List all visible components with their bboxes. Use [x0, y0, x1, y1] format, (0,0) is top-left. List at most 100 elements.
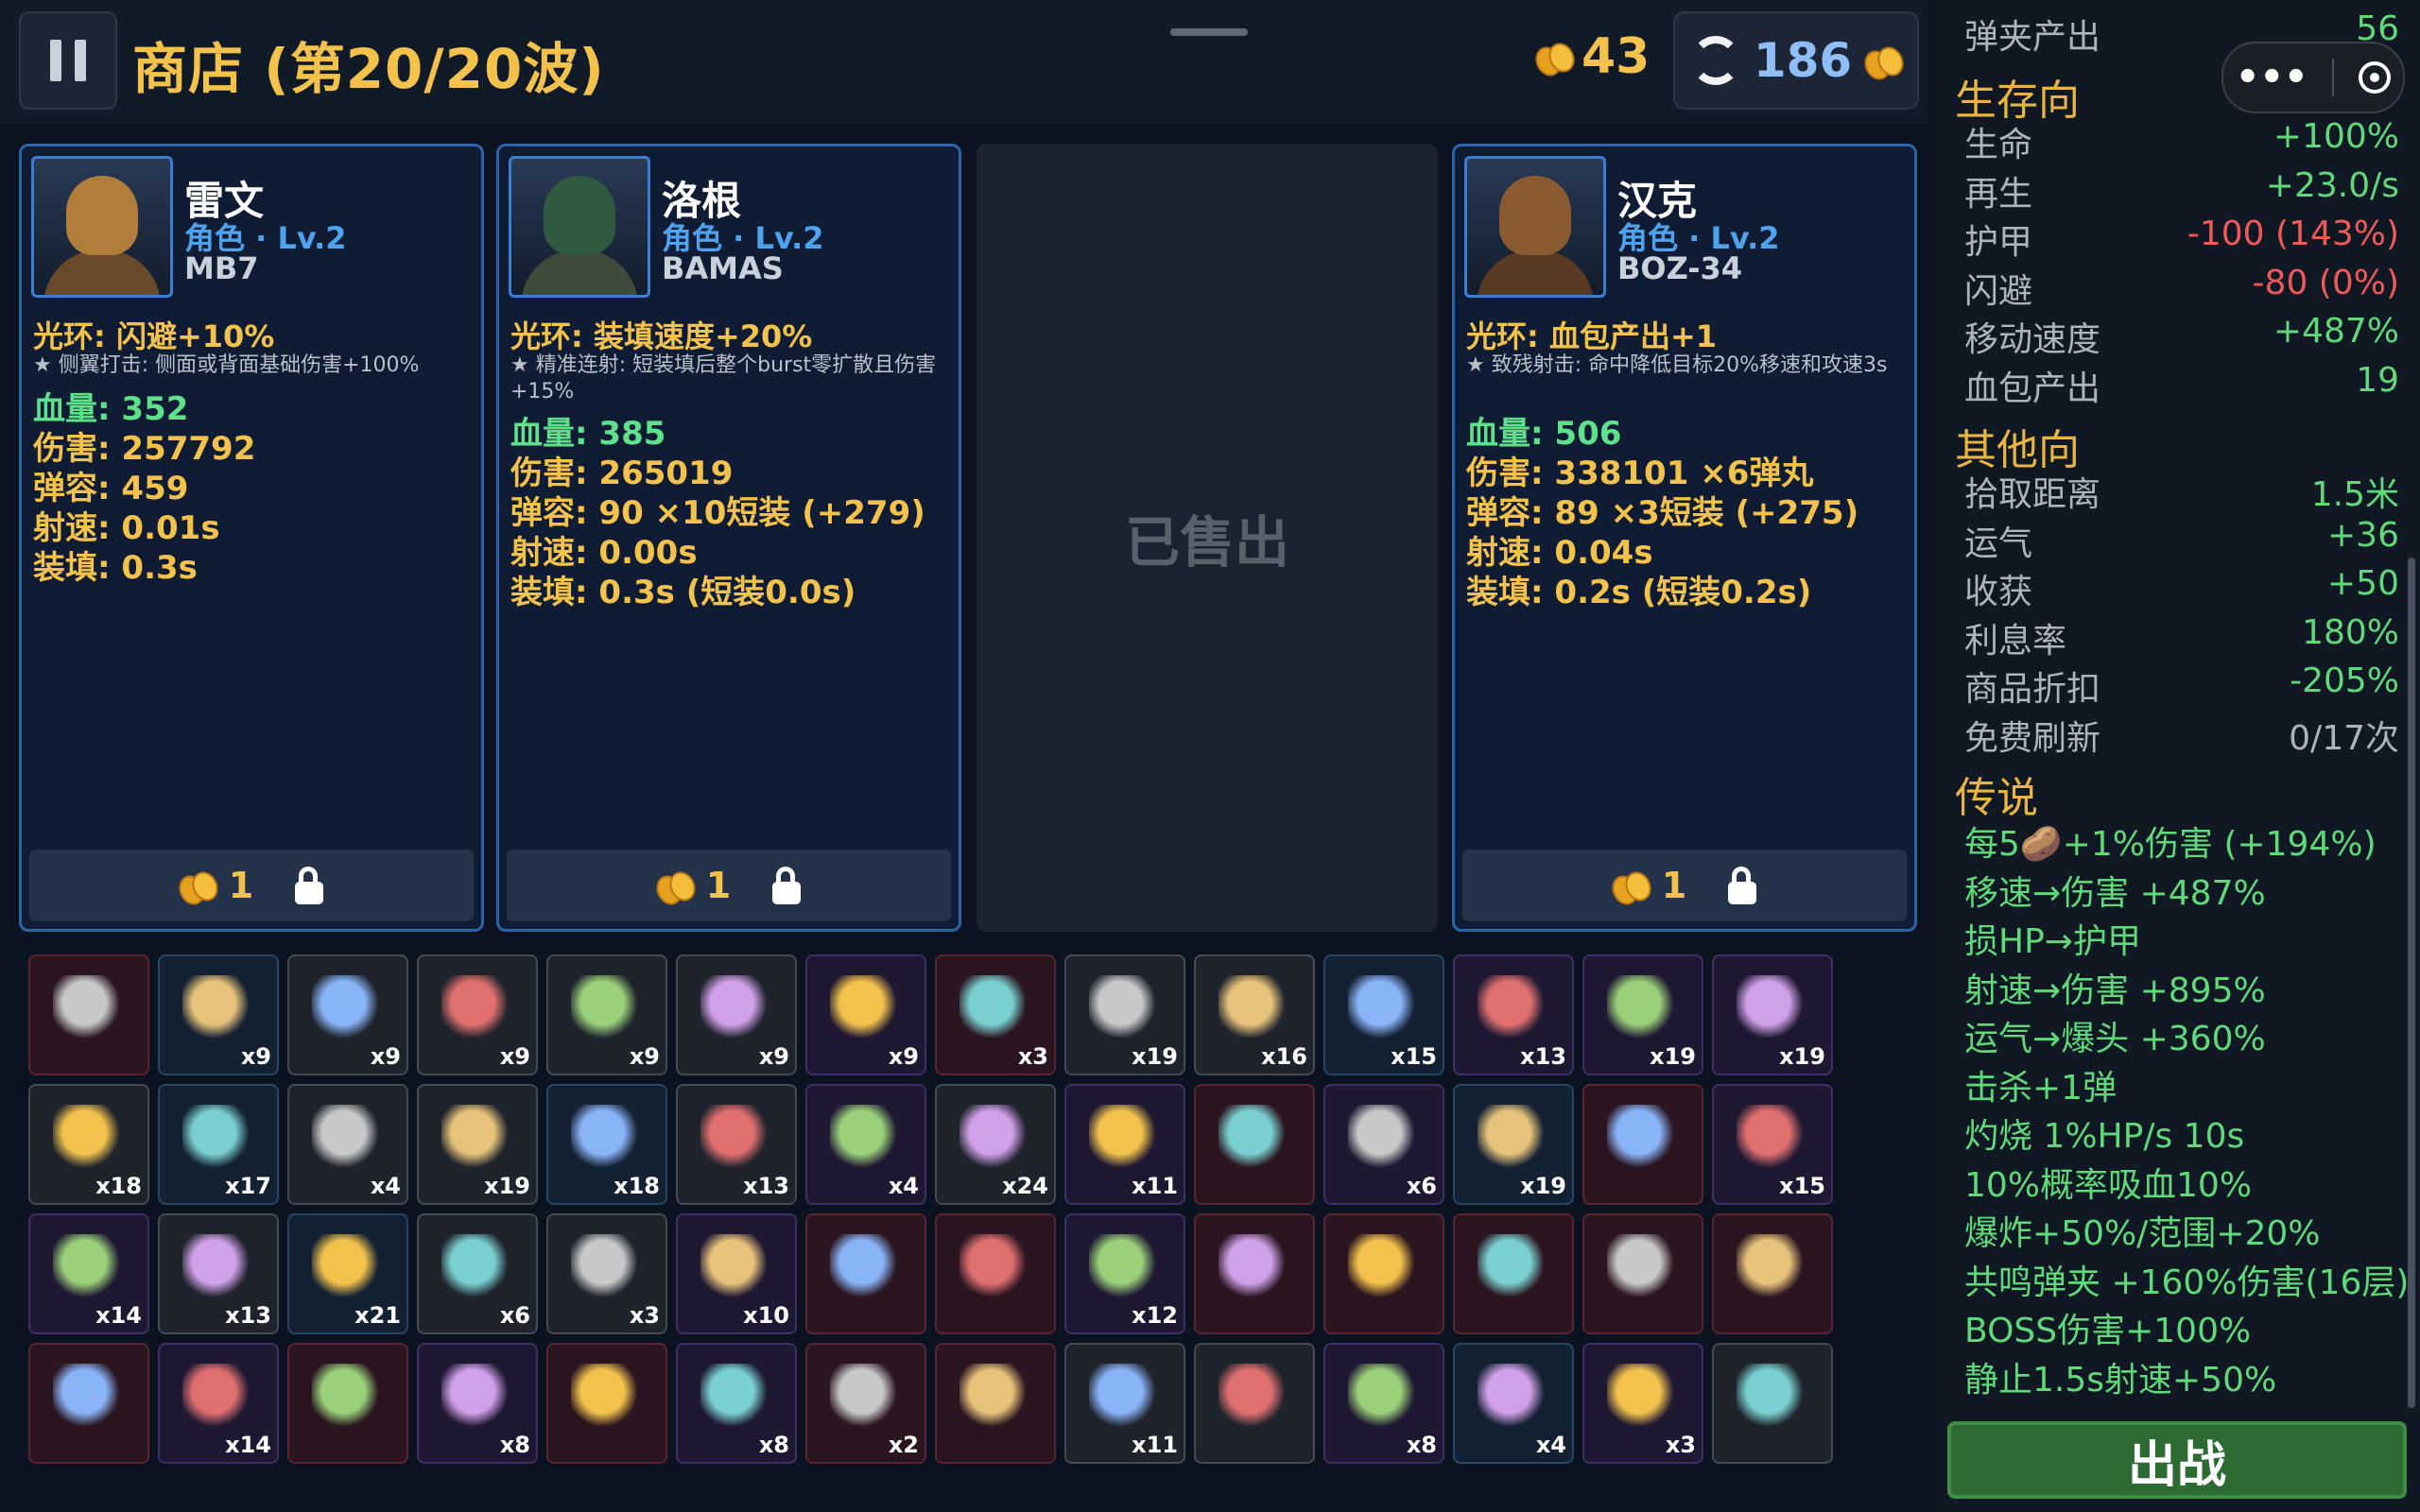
inventory-item[interactable]: x14 — [28, 1213, 149, 1334]
inventory-item[interactable] — [28, 1343, 149, 1464]
inventory-item[interactable] — [1582, 1213, 1703, 1334]
inventory-item[interactable]: x3 — [1582, 1343, 1703, 1464]
inventory-item[interactable]: x15 — [1712, 1084, 1833, 1205]
inventory-item[interactable]: x12 — [1064, 1213, 1185, 1334]
item-icon — [700, 1105, 770, 1175]
fight-button[interactable]: 出战 — [1947, 1421, 2407, 1499]
drag-handle[interactable] — [1170, 28, 1248, 36]
item-count: x9 — [499, 1043, 530, 1070]
inventory-item[interactable] — [1194, 1343, 1315, 1464]
stat-label: 闪避 — [1964, 271, 2033, 311]
buy-button[interactable]: 1 — [507, 850, 951, 921]
unlock-icon[interactable] — [772, 867, 802, 904]
legend-item: 灼烧 1%HP/s 10s — [1964, 1117, 2245, 1156]
inventory-item[interactable]: x9 — [158, 954, 279, 1075]
item-icon — [1737, 975, 1806, 1045]
inventory-item[interactable]: x9 — [287, 954, 408, 1075]
character-card[interactable]: 洛根 角色 · Lv.2 BAMAS 光环: 装填速度+20% ★ 精准连射: … — [496, 144, 961, 932]
item-icon — [571, 1105, 641, 1175]
inventory-item[interactable]: x24 — [935, 1084, 1056, 1205]
character-card[interactable]: 雷文 角色 · Lv.2 MB7 光环: 闪避+10% ★ 侧翼打击: 侧面或背… — [19, 144, 484, 932]
item-icon — [182, 1105, 252, 1175]
inventory-item[interactable] — [1712, 1343, 1833, 1464]
item-icon — [1348, 1234, 1418, 1304]
item-icon — [1607, 1105, 1677, 1175]
inventory-item[interactable]: x8 — [676, 1343, 797, 1464]
inventory-item[interactable]: x13 — [158, 1213, 279, 1334]
inventory-item[interactable]: x3 — [546, 1213, 667, 1334]
stat-value: +50 — [2327, 564, 2399, 603]
more-icon[interactable]: ••• — [2236, 59, 2308, 96]
inventory-item[interactable]: x6 — [1323, 1084, 1444, 1205]
inventory-item[interactable]: x13 — [676, 1084, 797, 1205]
stat-reload: 装填: 0.3s (短装0.0s) — [510, 574, 856, 611]
buy-button[interactable]: 1 — [29, 850, 474, 921]
item-count: x19 — [1132, 1043, 1178, 1070]
inventory-item[interactable] — [28, 954, 149, 1075]
inventory-item[interactable]: x19 — [1064, 954, 1185, 1075]
item-count: x13 — [225, 1302, 271, 1329]
inventory-item[interactable] — [935, 1213, 1056, 1334]
inventory-item[interactable]: x16 — [1194, 954, 1315, 1075]
unlock-icon[interactable] — [1728, 867, 1757, 904]
inventory-item[interactable]: x11 — [1064, 1343, 1185, 1464]
inventory-item[interactable]: x15 — [1323, 954, 1444, 1075]
item-icon — [830, 1234, 900, 1304]
inventory-item[interactable]: x11 — [1064, 1084, 1185, 1205]
inventory-item[interactable]: x9 — [676, 954, 797, 1075]
inventory-item[interactable]: x18 — [546, 1084, 667, 1205]
inventory-item[interactable]: x13 — [1453, 954, 1574, 1075]
inventory-item[interactable]: x6 — [417, 1213, 538, 1334]
inventory-item[interactable] — [1323, 1213, 1444, 1334]
inventory-item[interactable]: x14 — [158, 1343, 279, 1464]
unlock-icon[interactable] — [295, 867, 324, 904]
pause-button[interactable] — [19, 11, 117, 110]
price: 1 — [228, 865, 254, 906]
shop-title: 商店 (第20/20波) — [132, 37, 605, 101]
item-icon — [1089, 975, 1159, 1045]
inventory-item[interactable]: x21 — [287, 1213, 408, 1334]
stat-value: -100 (143%) — [2187, 215, 2399, 253]
inventory-item[interactable]: x4 — [805, 1084, 926, 1205]
inventory-item[interactable] — [1712, 1213, 1833, 1334]
item-icon — [959, 975, 1029, 1045]
item-count: x11 — [1132, 1432, 1178, 1458]
inventory-item[interactable]: x9 — [546, 954, 667, 1075]
inventory-item[interactable]: x10 — [676, 1213, 797, 1334]
inventory-item[interactable] — [1194, 1084, 1315, 1205]
inventory-item[interactable] — [287, 1343, 408, 1464]
inventory-item[interactable]: x17 — [158, 1084, 279, 1205]
inventory-item[interactable]: x9 — [805, 954, 926, 1075]
item-icon — [1737, 1364, 1806, 1434]
inventory-item[interactable]: x4 — [1453, 1343, 1574, 1464]
buy-button[interactable]: 1 — [1462, 850, 1907, 921]
item-icon — [441, 975, 511, 1045]
item-icon — [441, 1234, 511, 1304]
inventory-item[interactable]: x19 — [1712, 954, 1833, 1075]
item-icon — [1219, 1105, 1288, 1175]
inventory-item[interactable]: x9 — [417, 954, 538, 1075]
inventory-item[interactable]: x8 — [417, 1343, 538, 1464]
inventory-item[interactable] — [1194, 1213, 1315, 1334]
inventory-item[interactable] — [546, 1343, 667, 1464]
inventory-item[interactable]: x18 — [28, 1084, 149, 1205]
refresh-button[interactable]: 186 — [1673, 11, 1919, 110]
inventory-item[interactable] — [805, 1213, 926, 1334]
inventory-item[interactable]: x19 — [1582, 954, 1703, 1075]
inventory-item[interactable] — [935, 1343, 1056, 1464]
inventory-item[interactable]: x19 — [417, 1084, 538, 1205]
item-count: x8 — [1406, 1432, 1437, 1458]
stat-label: 商品折扣 — [1964, 670, 2101, 709]
inventory-item[interactable]: x8 — [1323, 1343, 1444, 1464]
inventory-item[interactable]: x3 — [935, 954, 1056, 1075]
inventory-item[interactable]: x2 — [805, 1343, 926, 1464]
stat-value: 0/17次 — [2289, 718, 2399, 758]
inventory-item[interactable] — [1453, 1213, 1574, 1334]
inventory-item[interactable]: x4 — [287, 1084, 408, 1205]
character-card[interactable]: 汉克 角色 · Lv.2 BOZ-34 光环: 血包产出+1 ★ 致残射击: 命… — [1452, 144, 1917, 932]
item-count: x3 — [1665, 1432, 1696, 1458]
inventory-item[interactable] — [1582, 1084, 1703, 1205]
price: 1 — [705, 865, 732, 906]
close-target-icon[interactable] — [2359, 61, 2392, 94]
inventory-item[interactable]: x19 — [1453, 1084, 1574, 1205]
